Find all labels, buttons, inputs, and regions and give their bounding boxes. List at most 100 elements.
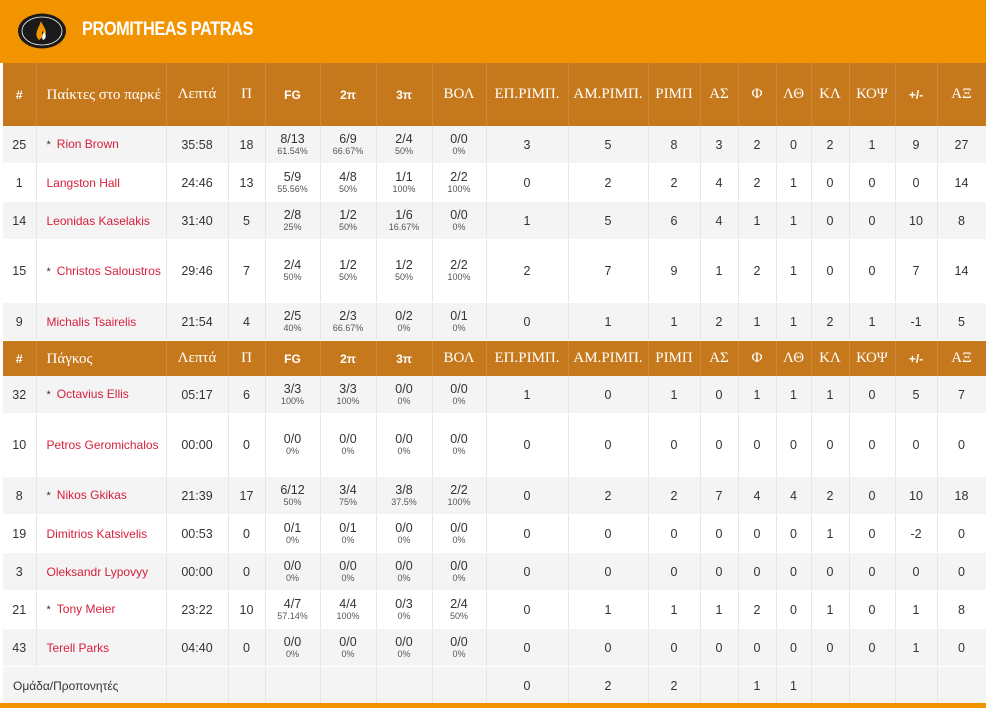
stat-made-attempted: 6/9	[339, 131, 357, 146]
stat-plus-minus: 1	[895, 590, 938, 629]
player-name-link[interactable]: Terell Parks	[47, 641, 110, 655]
player-name-link[interactable]: Tony Meier	[57, 602, 116, 616]
player-name-link[interactable]: Dimitrios Katsivelis	[47, 527, 148, 541]
stat-off-reb: 0	[486, 302, 569, 341]
stat-percentage: 0%	[397, 395, 411, 406]
stat-steals: 2	[811, 302, 850, 341]
stat-fouls: 0	[738, 552, 777, 591]
stat-made-attempted: 1/2	[339, 258, 357, 272]
stat-reb: 1	[648, 302, 701, 341]
stat-blocks: 1	[849, 126, 896, 164]
stat-percentage: 0%	[285, 572, 299, 583]
player-row: 32 * Octavius Ellis 05:17 6 3/3 100% 3/3 100% 0/0…	[3, 376, 986, 414]
stat-minutes: 05:17	[166, 376, 229, 414]
stat-made-attempted: 2/5	[283, 308, 302, 323]
stat-free-throws: 2/2 100%	[432, 163, 487, 202]
stat-minutes: 00:00	[166, 413, 229, 477]
stat-assists: 0	[700, 376, 739, 414]
stat-percentage: 0%	[397, 610, 411, 621]
stat-plus-minus: 0	[895, 552, 938, 591]
stat-percentage: 50%	[283, 496, 302, 507]
stat-made-attempted: 3/3	[339, 381, 357, 396]
stat-off-reb: 0	[486, 552, 569, 591]
player-name-link[interactable]: Petros Geromichalos	[47, 438, 159, 452]
stat-minutes: 21:54	[166, 302, 229, 341]
boxscore-table: # Παίκτες στο παρκέ Λεπτά Π FG 2π 3π ΒΟΛ ΕΠ.ΡΙΜΠ…	[3, 63, 986, 704]
stat-fouls: 2	[738, 239, 777, 303]
stat-plus-minus: 1	[895, 628, 938, 667]
stat-made-attempted: 0/0	[339, 558, 357, 573]
team-name: PROMITHEAS PATRAS	[82, 19, 253, 40]
stat-def-reb: 1	[568, 590, 649, 629]
stat-three-pt: 0/0 0%	[376, 552, 433, 591]
stat-def-reb: 0	[568, 552, 649, 591]
column-header-turnovers: ΛΘ	[776, 340, 812, 376]
player-name-link[interactable]: Nikos Gkikas	[57, 488, 127, 502]
player-name-link[interactable]: Michalis Tsairelis	[47, 315, 137, 329]
stat-turnovers: 1	[776, 239, 812, 303]
stat-made-attempted: 0/0	[395, 432, 413, 446]
player-name-link[interactable]: Oleksandr Lypovyy	[47, 565, 149, 579]
player-name-link[interactable]: Langston Hall	[47, 176, 120, 190]
stat-made-attempted: 0/0	[395, 520, 413, 535]
stat-free-throws: 2/4 50%	[432, 590, 487, 629]
stat-made-attempted: 0/0	[450, 381, 468, 396]
player-name-cell: * Nikos Gkikas	[36, 476, 167, 515]
player-row: 25 * Rion Brown 35:58 18 8/13 61.54% 6/9 66.67% 2…	[3, 126, 986, 164]
stat-assists: 1	[700, 239, 739, 303]
player-row: 1 Langston Hall 24:46 13 5/9 55.56% 4/8 50% 1/1 1…	[3, 163, 986, 202]
stat-turnovers: 1	[776, 376, 812, 414]
column-header-steals: ΚΛ	[811, 340, 850, 376]
stat-two-pt: 4/4 100%	[320, 590, 377, 629]
stat-reb: 0	[648, 514, 701, 553]
stat-fg: 0/0 0%	[265, 628, 321, 667]
stat-made-attempted: 4/4	[339, 596, 357, 611]
stat-points: 13	[228, 163, 266, 202]
stat-made-attempted: 0/0	[283, 558, 302, 573]
stat-made-attempted: 1/2	[395, 258, 413, 272]
column-header-name: Παίκτες στο παρκέ	[36, 63, 167, 126]
player-name-link[interactable]: Christos Saloustros	[57, 264, 161, 278]
stat-reb: 0	[648, 413, 701, 477]
column-header-three-pt: 3π	[376, 63, 433, 126]
stat-made-attempted: 0/0	[450, 207, 468, 222]
stat-fouls: 4	[738, 476, 777, 515]
stat-efficiency: 7	[937, 376, 986, 414]
stat-percentage: 50%	[338, 183, 357, 194]
stat-three-pt: 2/4 50%	[376, 126, 433, 164]
stat-points: 10	[228, 590, 266, 629]
stat-made-attempted: 0/0	[450, 131, 468, 146]
stat-def-reb: 0	[568, 514, 649, 553]
player-row: 3 Oleksandr Lypovyy 00:00 0 0/0 0% 0/0 0% 0/0 0% 0…	[3, 552, 986, 591]
stat-percentage: 100%	[280, 395, 305, 406]
stat-made-attempted: 6/12	[280, 482, 305, 497]
stat-reb: 0	[648, 628, 701, 667]
stat-reb: 1	[648, 590, 701, 629]
column-header-blocks: ΚΟΨ	[849, 63, 896, 126]
player-name-link[interactable]: Rion Brown	[57, 137, 119, 151]
column-header-points: Π	[228, 63, 266, 126]
column-header-number: #	[3, 63, 37, 126]
player-name-link[interactable]: Octavius Ellis	[57, 387, 129, 401]
stat-blocks: 0	[849, 628, 896, 667]
column-header-reb: ΡΙΜΠ	[648, 340, 701, 376]
player-name-cell: Oleksandr Lypovyy	[36, 552, 167, 591]
stat-made-attempted: 2/3	[339, 308, 357, 323]
stat-reb: 6	[648, 201, 701, 240]
player-name-link[interactable]: Leonidas Kaselakis	[47, 214, 150, 228]
stat-turnovers: 0	[776, 126, 812, 164]
stat-two-pt: 0/1 0%	[320, 514, 377, 553]
player-number: 32	[3, 376, 37, 414]
column-header-off-reb: ΕΠ.ΡΙΜΠ.	[486, 63, 569, 126]
stat-three-pt: 0/0 0%	[376, 413, 433, 477]
stat-made-attempted: 2/2	[450, 258, 468, 272]
stat-made-attempted: 0/1	[450, 308, 468, 323]
stat-assists: 0	[700, 628, 739, 667]
stat-two-pt: 1/2 50%	[320, 201, 377, 240]
bench-header-row: # Πάγκος Λεπτά Π FG 2π 3π ΒΟΛ ΕΠ.ΡΙΜΠ. ΑΜ.ΡΙΜΠ. ΡΙ…	[3, 340, 986, 376]
stat-def-reb: 2	[568, 163, 649, 202]
stat-made-attempted: 1/2	[339, 207, 357, 222]
column-header-reb: ΡΙΜΠ	[648, 63, 701, 126]
team-stat-empty	[376, 666, 433, 704]
stat-percentage: 0%	[397, 648, 411, 659]
